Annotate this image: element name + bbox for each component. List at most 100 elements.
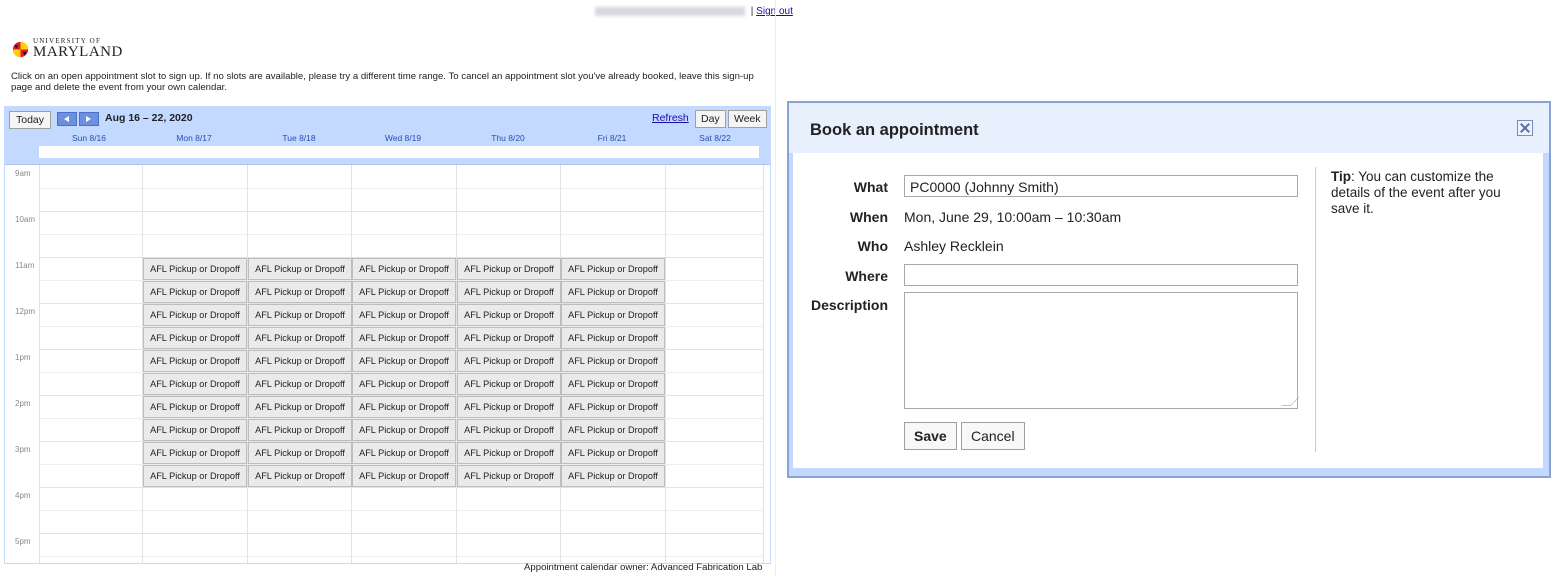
appointment-slot[interactable]: AFL Pickup or Dropoff <box>561 442 665 464</box>
appointment-slot[interactable]: AFL Pickup or Dropoff <box>143 327 247 349</box>
scrollbar[interactable] <box>770 417 771 557</box>
appointment-slot[interactable]: AFL Pickup or Dropoff <box>561 327 665 349</box>
university-logo: UNIVERSITY OF MARYLAND <box>12 38 123 60</box>
appointment-slot[interactable]: AFL Pickup or Dropoff <box>143 396 247 418</box>
appointment-slot[interactable]: AFL Pickup or Dropoff <box>561 304 665 326</box>
appointment-slot[interactable]: AFL Pickup or Dropoff <box>457 396 561 418</box>
appointment-slot[interactable]: AFL Pickup or Dropoff <box>143 373 247 395</box>
appointment-slot[interactable]: AFL Pickup or Dropoff <box>352 442 456 464</box>
appointment-slot[interactable]: AFL Pickup or Dropoff <box>457 419 561 441</box>
resize-grip-icon[interactable] <box>1281 397 1300 406</box>
panel-divider <box>775 0 776 577</box>
day-header: Fri 8/21 <box>597 133 627 143</box>
appointment-slot[interactable]: AFL Pickup or Dropoff <box>561 350 665 372</box>
appointment-slot[interactable]: AFL Pickup or Dropoff <box>248 258 352 280</box>
who-value: Ashley Recklein <box>904 238 1004 254</box>
chevron-right-icon <box>86 116 91 122</box>
day-view-button[interactable]: Day <box>695 110 726 128</box>
half-hour-gridline <box>39 234 763 235</box>
day-header: Thu 8/20 <box>491 133 525 143</box>
appointment-slot[interactable]: AFL Pickup or Dropoff <box>352 465 456 487</box>
day-header: Wed 8/19 <box>384 133 422 143</box>
appointment-slot[interactable]: AFL Pickup or Dropoff <box>248 396 352 418</box>
appointment-slot[interactable]: AFL Pickup or Dropoff <box>457 304 561 326</box>
appointment-slot[interactable]: AFL Pickup or Dropoff <box>457 327 561 349</box>
appointment-slot[interactable]: AFL Pickup or Dropoff <box>561 465 665 487</box>
appointment-slot[interactable]: AFL Pickup or Dropoff <box>352 396 456 418</box>
maryland-shield-icon <box>12 41 29 57</box>
hour-label: 5pm <box>15 537 31 546</box>
appointment-slot[interactable]: AFL Pickup or Dropoff <box>352 327 456 349</box>
description-label: Description <box>810 297 888 313</box>
hour-gridline <box>39 533 763 534</box>
half-hour-gridline <box>39 556 763 557</box>
hour-label: 1pm <box>15 353 31 362</box>
appointment-slot[interactable]: AFL Pickup or Dropoff <box>248 373 352 395</box>
previous-week-button[interactable] <box>57 112 77 126</box>
appointment-slot[interactable]: AFL Pickup or Dropoff <box>143 465 247 487</box>
appointment-slot[interactable]: AFL Pickup or Dropoff <box>352 258 456 280</box>
close-icon[interactable] <box>1517 120 1533 136</box>
appointment-slot[interactable]: AFL Pickup or Dropoff <box>248 442 352 464</box>
where-label: Where <box>845 268 888 284</box>
instructions-text: Click on an open appointment slot to sig… <box>11 71 754 93</box>
appointment-slot[interactable]: AFL Pickup or Dropoff <box>248 327 352 349</box>
appointment-slot[interactable]: AFL Pickup or Dropoff <box>561 373 665 395</box>
appointment-slot[interactable]: AFL Pickup or Dropoff <box>352 304 456 326</box>
today-button[interactable]: Today <box>9 111 52 129</box>
hour-label: 10am <box>15 215 36 224</box>
calendar-owner-text: Appointment calendar owner: Advanced Fab… <box>524 562 763 573</box>
appointment-slot[interactable]: AFL Pickup or Dropoff <box>143 258 247 280</box>
appointment-slot[interactable]: AFL Pickup or Dropoff <box>457 373 561 395</box>
cancel-button[interactable]: Cancel <box>961 422 1025 450</box>
appointment-slot[interactable]: AFL Pickup or Dropoff <box>561 396 665 418</box>
day-column-divider <box>763 165 764 563</box>
appointment-slot[interactable]: AFL Pickup or Dropoff <box>248 350 352 372</box>
day-column-divider <box>665 165 666 563</box>
appointment-slot[interactable]: AFL Pickup or Dropoff <box>457 465 561 487</box>
book-appointment-dialog: Book an appointment What PC0000 (Johnny … <box>787 101 1551 478</box>
appointment-slot[interactable]: AFL Pickup or Dropoff <box>352 373 456 395</box>
save-button[interactable]: Save <box>904 422 957 450</box>
half-hour-gridline <box>39 188 763 189</box>
tip-body: : You can customize the details of the e… <box>1331 169 1501 216</box>
appointment-slot[interactable]: AFL Pickup or Dropoff <box>561 258 665 280</box>
appointment-slot[interactable]: AFL Pickup or Dropoff <box>248 281 352 303</box>
appointment-slot[interactable]: AFL Pickup or Dropoff <box>457 350 561 372</box>
appointment-slot[interactable]: AFL Pickup or Dropoff <box>352 281 456 303</box>
appointment-slot[interactable]: AFL Pickup or Dropoff <box>457 281 561 303</box>
half-hour-gridline <box>39 510 763 511</box>
appointment-slot[interactable]: AFL Pickup or Dropoff <box>561 419 665 441</box>
appointment-slot[interactable]: AFL Pickup or Dropoff <box>143 419 247 441</box>
week-view-button[interactable]: Week <box>728 110 767 128</box>
hour-label: 12pm <box>15 307 36 316</box>
calendar-widget: Today Aug 16 – 22, 2020 Refresh Day Week… <box>4 106 771 564</box>
appointment-slot[interactable]: AFL Pickup or Dropoff <box>143 304 247 326</box>
appointment-slot[interactable]: AFL Pickup or Dropoff <box>248 465 352 487</box>
description-textarea[interactable] <box>904 292 1300 409</box>
what-input[interactable]: PC0000 (Johnny Smith) <box>904 175 1298 197</box>
dialog-body: What PC0000 (Johnny Smith) When Mon, Jun… <box>793 153 1543 468</box>
appointment-slot[interactable]: AFL Pickup or Dropoff <box>457 442 561 464</box>
who-label: Who <box>857 238 888 254</box>
next-week-button[interactable] <box>79 112 99 126</box>
appointment-slot[interactable]: AFL Pickup or Dropoff <box>561 281 665 303</box>
appointment-slot[interactable]: AFL Pickup or Dropoff <box>143 442 247 464</box>
appointment-slot[interactable]: AFL Pickup or Dropoff <box>352 419 456 441</box>
appointment-slot[interactable]: AFL Pickup or Dropoff <box>248 304 352 326</box>
where-input[interactable] <box>904 264 1298 286</box>
hour-label: 4pm <box>15 491 31 500</box>
appointment-slot[interactable]: AFL Pickup or Dropoff <box>143 281 247 303</box>
tip-title: Tip <box>1331 169 1351 184</box>
appointment-slot[interactable]: AFL Pickup or Dropoff <box>352 350 456 372</box>
appointment-calendar-page: | Sign out UNIVERSITY OF MARYLAND Click … <box>0 0 793 577</box>
refresh-link[interactable]: Refresh <box>652 112 689 124</box>
appointment-slot[interactable]: AFL Pickup or Dropoff <box>248 419 352 441</box>
logo-line2: MARYLAND <box>33 44 123 60</box>
day-header-row: Sun 8/16 Mon 8/17 Tue 8/18 Wed 8/19 Thu … <box>5 131 770 145</box>
appointment-slot[interactable]: AFL Pickup or Dropoff <box>457 258 561 280</box>
appointment-slot[interactable]: AFL Pickup or Dropoff <box>143 350 247 372</box>
hour-gridline <box>39 211 763 212</box>
dialog-title: Book an appointment <box>810 121 979 139</box>
hour-label: 11am <box>15 261 35 270</box>
